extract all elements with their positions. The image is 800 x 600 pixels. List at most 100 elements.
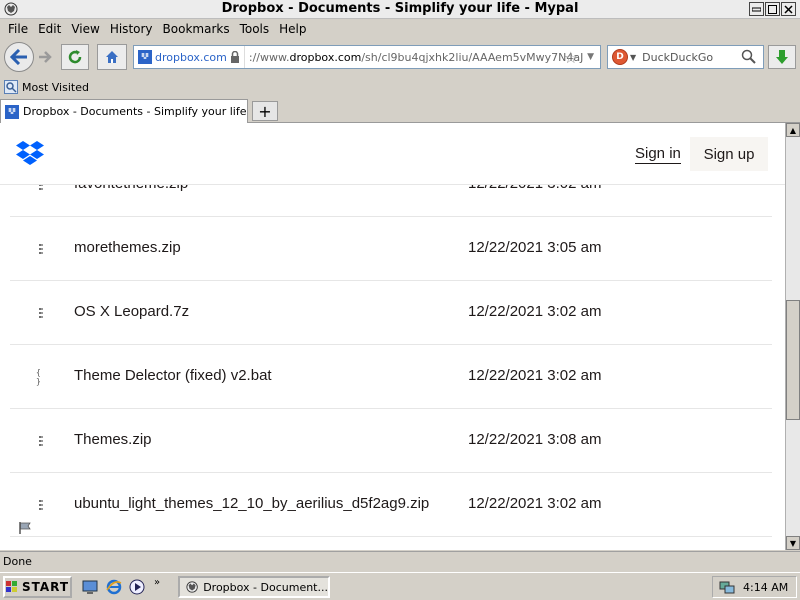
back-arrow-icon bbox=[10, 49, 27, 65]
file-date: 12/22/2021 3:08 am bbox=[468, 431, 602, 448]
scrollbar-thumb[interactable] bbox=[786, 300, 800, 420]
sign-in-link[interactable]: Sign in bbox=[635, 145, 681, 164]
list-item[interactable]: Themes.zip 12/22/2021 3:08 am bbox=[10, 409, 772, 473]
network-tray-icon[interactable] bbox=[719, 579, 735, 595]
file-list: favoritetheme.zip 12/22/2021 3:02 am mor… bbox=[10, 153, 772, 537]
scroll-down-arrow-icon: ▼ bbox=[789, 538, 797, 548]
menu-help[interactable]: Help bbox=[274, 22, 311, 36]
quicklaunch-desktop-icon[interactable] bbox=[80, 577, 100, 597]
url-prefix: ://www. bbox=[248, 50, 290, 64]
quicklaunch-ie-icon[interactable] bbox=[104, 577, 124, 597]
forward-button[interactable] bbox=[34, 44, 56, 70]
menu-bookmarks[interactable]: Bookmarks bbox=[158, 22, 235, 36]
most-visited-icon bbox=[4, 80, 18, 94]
reload-icon bbox=[68, 50, 82, 64]
maximize-button[interactable] bbox=[765, 2, 780, 16]
tab-strip: Dropbox - Documents - Simplify your life… bbox=[0, 99, 800, 123]
taskbar-window-title: Dropbox - Document... bbox=[203, 580, 328, 594]
quicklaunch-media-player-icon[interactable] bbox=[127, 577, 147, 597]
dropbox-tab-favicon-icon bbox=[5, 104, 19, 119]
search-icon[interactable] bbox=[741, 49, 757, 65]
tab-title: Dropbox - Documents - Simplify your life bbox=[23, 105, 247, 118]
list-item[interactable]: morethemes.zip 12/22/2021 3:05 am bbox=[10, 217, 772, 281]
zip-file-icon bbox=[36, 499, 46, 511]
file-name[interactable]: ubuntu_light_themes_12_10_by_aerilius_d5… bbox=[74, 495, 429, 512]
scroll-up-arrow-icon: ▲ bbox=[789, 125, 797, 135]
status-text: Done bbox=[3, 555, 32, 568]
list-item[interactable]: OS X Leopard.7z 12/22/2021 3:02 am bbox=[10, 281, 772, 345]
home-button[interactable] bbox=[97, 44, 127, 70]
dropbox-favicon-icon bbox=[138, 50, 152, 64]
bookmarks-toolbar: Most Visited bbox=[0, 77, 800, 97]
sign-up-label: Sign up bbox=[703, 145, 755, 163]
url-path: /sh/cl9bu4qjxhk2liu/AAAem5vMwy7N4aJ bbox=[361, 50, 584, 64]
navigation-toolbar: dropbox.com ://www.dropbox.com/sh/cl9bu4… bbox=[0, 39, 800, 75]
url-history-dropdown-icon[interactable]: ▼ bbox=[587, 52, 594, 62]
window-title: Dropbox - Documents - Simplify your life… bbox=[221, 1, 579, 16]
system-tray: 4:14 AM bbox=[712, 576, 797, 598]
tab-dropbox[interactable]: Dropbox - Documents - Simplify your life bbox=[0, 99, 248, 123]
scroll-down-button[interactable]: ▼ bbox=[786, 536, 800, 550]
site-identity-badge[interactable]: dropbox.com bbox=[134, 46, 245, 68]
flag-icon[interactable] bbox=[18, 521, 32, 535]
duckduckgo-icon[interactable]: D bbox=[612, 49, 628, 65]
start-button[interactable]: START bbox=[3, 576, 72, 598]
menu-view[interactable]: View bbox=[66, 22, 104, 36]
quicklaunch-more-icon[interactable]: » bbox=[154, 577, 160, 588]
dropbox-logo-icon[interactable] bbox=[16, 141, 44, 165]
mypal-task-icon bbox=[186, 581, 198, 593]
zip-file-icon bbox=[36, 307, 46, 319]
bookmark-star-icon[interactable]: ☆ bbox=[564, 48, 578, 67]
minimize-icon bbox=[752, 7, 761, 11]
menu-file[interactable]: File bbox=[3, 22, 33, 36]
vertical-scrollbar[interactable]: ▲ ▼ bbox=[785, 123, 800, 550]
list-item[interactable]: { } Theme Delector (fixed) v2.bat 12/22/… bbox=[10, 345, 772, 409]
url-domain: dropbox.com bbox=[289, 50, 362, 64]
code-file-icon: { } bbox=[36, 368, 41, 386]
menu-history[interactable]: History bbox=[105, 22, 158, 36]
file-date: 12/22/2021 3:02 am bbox=[468, 303, 602, 320]
url-text: ://www.dropbox.com/sh/cl9bu4qjxhk2liu/AA… bbox=[245, 51, 584, 64]
window-controls bbox=[749, 2, 796, 16]
reload-button[interactable] bbox=[61, 44, 89, 70]
file-date: 12/22/2021 3:02 am bbox=[468, 367, 602, 384]
dropbox-header: Sign in Sign up bbox=[0, 123, 785, 185]
taskbar: START » Dropbox - Document... 4:14 AM bbox=[0, 572, 800, 600]
menu-tools[interactable]: Tools bbox=[235, 22, 275, 36]
downloads-button[interactable] bbox=[768, 45, 796, 69]
download-arrow-icon bbox=[776, 50, 788, 64]
site-badge-label: dropbox.com bbox=[155, 50, 227, 64]
back-button[interactable] bbox=[4, 42, 34, 72]
page-viewport: Sign in Sign up favoritetheme.zip 12/22/… bbox=[0, 123, 785, 550]
file-date: 12/22/2021 3:02 am bbox=[468, 495, 602, 512]
lock-icon bbox=[230, 51, 239, 63]
file-name[interactable]: Themes.zip bbox=[74, 431, 152, 448]
browser-window: Dropbox - Documents - Simplify your life… bbox=[0, 0, 800, 571]
zip-file-icon bbox=[36, 435, 46, 447]
bookmark-most-visited[interactable]: Most Visited bbox=[22, 81, 89, 94]
plus-icon: + bbox=[258, 101, 272, 121]
menu-bar: File Edit View History Bookmarks Tools H… bbox=[0, 19, 800, 39]
title-bar: Dropbox - Documents - Simplify your life… bbox=[0, 0, 800, 19]
scroll-up-button[interactable]: ▲ bbox=[786, 123, 800, 137]
clock[interactable]: 4:14 AM bbox=[743, 581, 788, 594]
file-date: 12/22/2021 3:05 am bbox=[468, 239, 602, 256]
url-bar[interactable]: dropbox.com ://www.dropbox.com/sh/cl9bu4… bbox=[133, 45, 601, 69]
search-input[interactable]: DuckDuckGo bbox=[642, 51, 713, 64]
file-name[interactable]: Theme Delector (fixed) v2.bat bbox=[74, 367, 272, 384]
search-engine-dropdown-icon[interactable]: ▼ bbox=[630, 53, 636, 62]
close-icon bbox=[784, 4, 793, 14]
start-label: START bbox=[21, 580, 70, 594]
minimize-button[interactable] bbox=[749, 2, 764, 16]
menu-edit[interactable]: Edit bbox=[33, 22, 66, 36]
sign-up-button[interactable]: Sign up bbox=[690, 137, 768, 171]
new-tab-button[interactable]: + bbox=[252, 101, 278, 121]
file-name[interactable]: OS X Leopard.7z bbox=[74, 303, 189, 320]
file-name[interactable]: morethemes.zip bbox=[74, 239, 181, 256]
zip-file-icon bbox=[36, 243, 46, 255]
taskbar-window-button[interactable]: Dropbox - Document... bbox=[178, 576, 330, 598]
close-button[interactable] bbox=[781, 2, 796, 16]
list-item[interactable]: ubuntu_light_themes_12_10_by_aerilius_d5… bbox=[10, 473, 772, 537]
search-bar[interactable]: D ▼ DuckDuckGo bbox=[607, 45, 764, 69]
maximize-icon bbox=[768, 4, 777, 14]
